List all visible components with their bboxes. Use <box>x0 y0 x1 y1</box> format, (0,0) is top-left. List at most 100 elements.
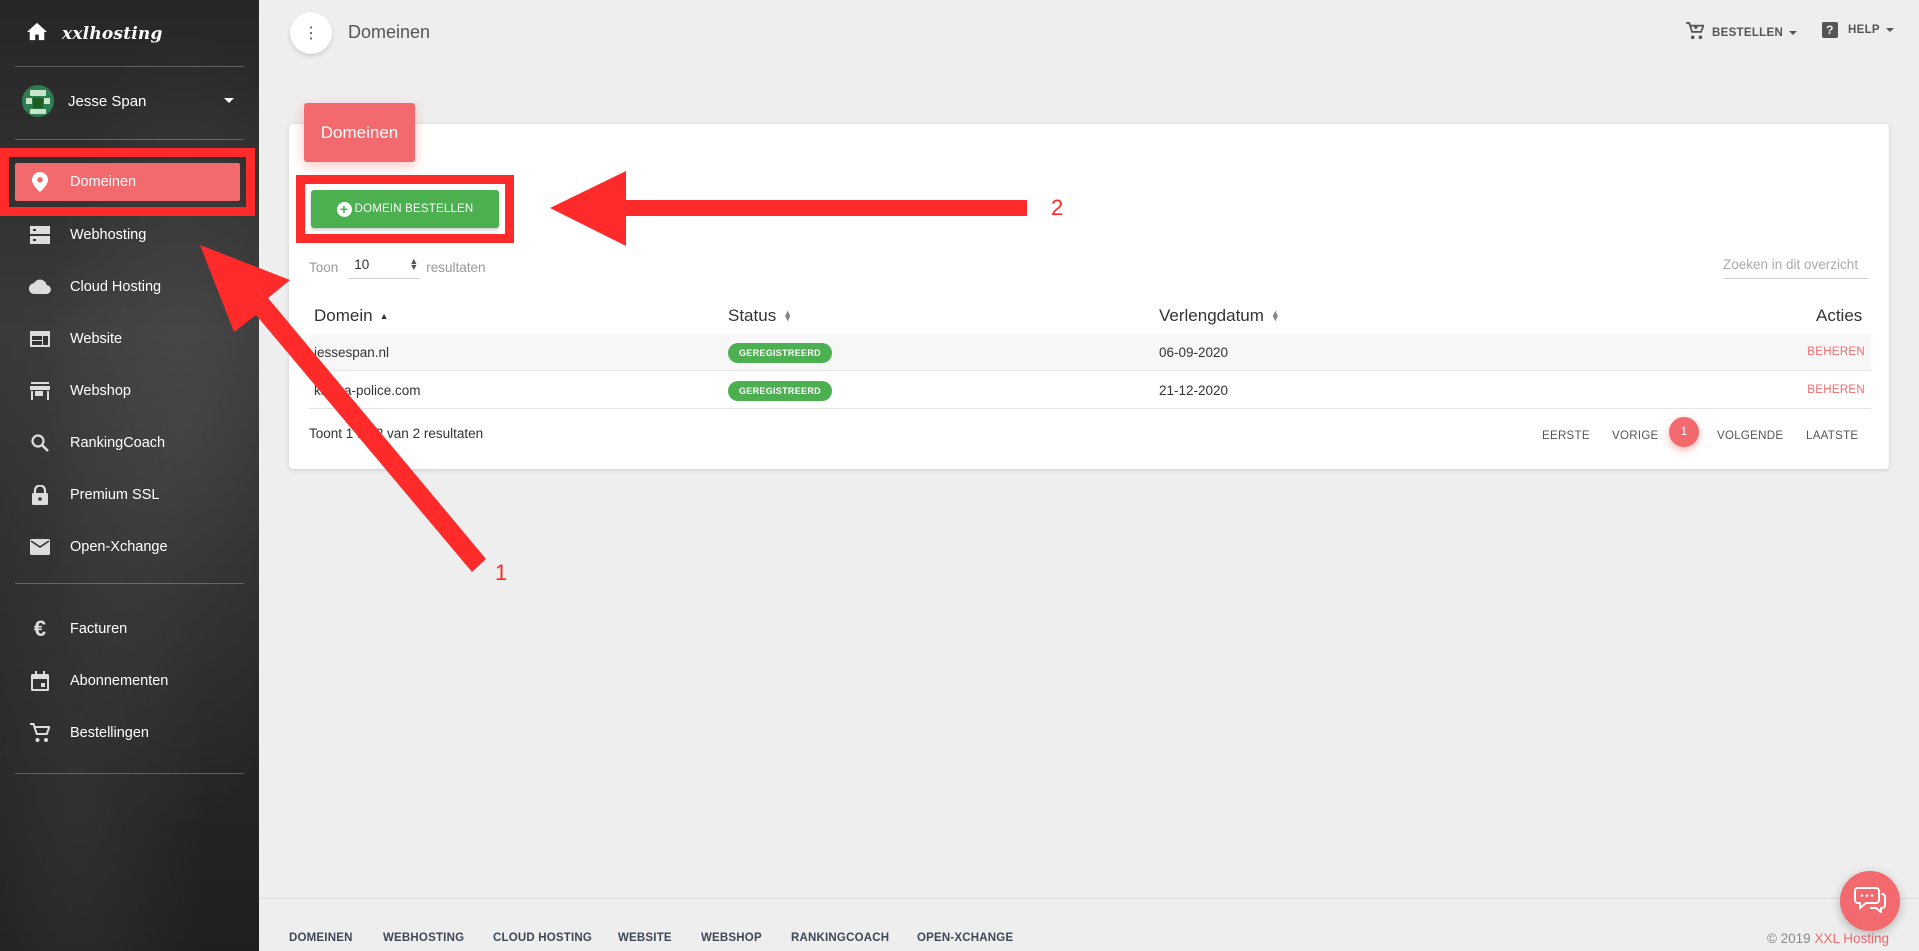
status-badge: GEREGISTREERD <box>728 381 832 401</box>
sidebar-item-label: Bestellingen <box>70 725 149 741</box>
help-dropdown[interactable]: ? HELP <box>1822 22 1894 38</box>
web-icon <box>29 328 51 350</box>
calendar-icon <box>29 670 51 692</box>
footer-link-website[interactable]: WEBSITE <box>618 932 672 944</box>
pager-first[interactable]: EERSTE <box>1542 430 1590 442</box>
sidebar: xxlhosting Jesse Span Domeinen Webhostin… <box>0 0 259 951</box>
chat-bubble-icon <box>1854 885 1886 918</box>
more-vertical-button[interactable]: ⋮ <box>290 12 332 54</box>
renewal-date-cell: 06-09-2020 <box>1159 345 1229 360</box>
search-icon <box>29 432 51 454</box>
plus-circle-icon: + <box>336 201 352 217</box>
copyright: © 2019 XXL Hosting <box>1767 931 1889 946</box>
column-label: Status <box>728 306 777 325</box>
sidebar-divider <box>15 66 244 67</box>
server-icon <box>29 224 51 246</box>
sidebar-item-label: Open-Xchange <box>70 539 168 555</box>
sidebar-item-bestellingen[interactable]: Bestellingen <box>15 714 240 752</box>
column-header-acties: Acties <box>1816 306 1862 326</box>
order-domain-label: DOMEIN BESTELLEN <box>354 203 474 215</box>
column-header-status[interactable]: Status ▲ ▼ <box>728 306 792 326</box>
status-badge: GEREGISTREERD <box>728 343 832 363</box>
sidebar-item-cloud-hosting[interactable]: Cloud Hosting <box>15 268 240 306</box>
footer-link-rankingcoach[interactable]: RANKINGCOACH <box>791 932 889 944</box>
sidebar-item-rankingcoach[interactable]: RankingCoach <box>15 424 240 462</box>
sidebar-item-webhosting[interactable]: Webhosting <box>15 216 240 254</box>
sidebar-item-label: RankingCoach <box>70 435 166 451</box>
results-summary: Toont 1 tot 2 van 2 resultaten <box>309 426 484 441</box>
caret-down-icon <box>224 98 234 103</box>
sidebar-item-webshop[interactable]: Webshop <box>15 372 240 410</box>
brand-logo[interactable]: xxlhosting <box>0 0 259 67</box>
sidebar-divider <box>15 583 244 584</box>
caret-down-icon <box>1789 30 1798 35</box>
column-label: Domein <box>314 306 373 325</box>
select-arrows-icon: ▲ ▼ <box>409 256 419 272</box>
sidebar-item-label: Abonnementen <box>70 673 169 689</box>
euro-icon: € <box>33 616 47 641</box>
column-header-domein[interactable]: Domein ▲ <box>314 306 389 326</box>
user-menu[interactable]: Jesse Span <box>22 85 244 117</box>
column-label: Verlengdatum <box>1159 306 1264 325</box>
order-label: BESTELLEN <box>1712 26 1784 39</box>
avatar <box>22 85 54 117</box>
search-input[interactable]: Zoeken in dit overzicht <box>1723 257 1869 279</box>
copyright-prefix: © 2019 <box>1766 931 1811 946</box>
pager-previous[interactable]: VORIGE <box>1612 430 1659 442</box>
table-row: jessespan.nl GEREGISTREERD 06-09-2020 BE… <box>309 334 1871 371</box>
sidebar-item-premium-ssl[interactable]: Premium SSL <box>15 476 240 514</box>
home-icon <box>26 21 48 46</box>
annotation-label-1: 1 <box>495 560 508 585</box>
sidebar-item-facturen[interactable]: € Facturen <box>15 610 240 648</box>
results-label: resultaten <box>426 259 486 275</box>
renewal-date-cell: 21-12-2020 <box>1159 383 1229 398</box>
sidebar-item-abonnementen[interactable]: Abonnementen <box>15 662 240 700</box>
manage-link[interactable]: BEHEREN <box>1807 384 1865 396</box>
caret-down-icon <box>1885 28 1894 32</box>
sort-asc-icon: ▲ <box>379 311 389 321</box>
column-header-verlengdatum[interactable]: Verlengdatum ▲ ▼ <box>1159 306 1280 326</box>
annotation-highlight-domeinen <box>0 148 255 216</box>
show-label: Toon <box>309 259 339 275</box>
pager-next[interactable]: VOLGENDE <box>1717 430 1783 442</box>
card-header: Domeinen <box>304 103 415 162</box>
sidebar-item-label: Cloud Hosting <box>70 279 162 295</box>
copyright-brand-link[interactable]: XXL Hosting <box>1814 931 1889 946</box>
footer-link-open-xchange[interactable]: OPEN-XCHANGE <box>917 932 1013 944</box>
footer-divider <box>259 898 1919 899</box>
sidebar-item-label: Webhosting <box>70 227 147 243</box>
manage-link[interactable]: BEHEREN <box>1807 346 1865 358</box>
sort-icon: ▲ ▼ <box>783 308 793 323</box>
domain-cell: karma-police.com <box>314 383 421 398</box>
user-name: Jesse Span <box>68 92 147 110</box>
sidebar-divider <box>15 139 244 140</box>
footer-link-webhosting[interactable]: WEBHOSTING <box>383 932 464 944</box>
sidebar-item-label: Webshop <box>70 383 131 399</box>
page-size-value: 10 <box>354 257 370 272</box>
footer-link-cloud-hosting[interactable]: CLOUD HOSTING <box>493 932 592 944</box>
sidebar-item-open-xchange[interactable]: Open-Xchange <box>15 528 240 566</box>
order-dropdown[interactable]: BESTELLEN <box>1686 22 1798 43</box>
pager-last[interactable]: LAATSTE <box>1806 430 1858 442</box>
sidebar-divider <box>15 773 244 774</box>
footer-link-domeinen[interactable]: DOMEINEN <box>289 932 353 944</box>
brand-name: xxlhosting <box>62 23 163 44</box>
chat-button[interactable] <box>1840 871 1900 931</box>
page-size-select[interactable]: 10 ▲ ▼ <box>348 255 421 279</box>
lock-icon <box>29 484 51 506</box>
domain-cell: jessespan.nl <box>314 345 390 360</box>
sidebar-item-website[interactable]: Website <box>15 320 240 358</box>
domains-card <box>289 124 1889 469</box>
footer-link-webshop[interactable]: WEBSHOP <box>701 932 762 944</box>
search-placeholder: Zoeken in dit overzicht <box>1723 257 1859 272</box>
help-label: HELP <box>1848 24 1880 36</box>
page-title: Domeinen <box>348 22 431 42</box>
order-domain-button[interactable]: + DOMEIN BESTELLEN <box>311 190 499 228</box>
sort-icon: ▲ ▼ <box>1270 308 1280 323</box>
pager-current-page[interactable]: 1 <box>1669 417 1699 447</box>
help-icon: ? <box>1822 22 1838 38</box>
mail-icon <box>29 536 51 558</box>
cart-icon <box>1686 22 1705 43</box>
page-size-control: Toon 10 ▲ ▼ resultaten <box>309 255 486 279</box>
sidebar-item-label: Premium SSL <box>70 487 160 503</box>
